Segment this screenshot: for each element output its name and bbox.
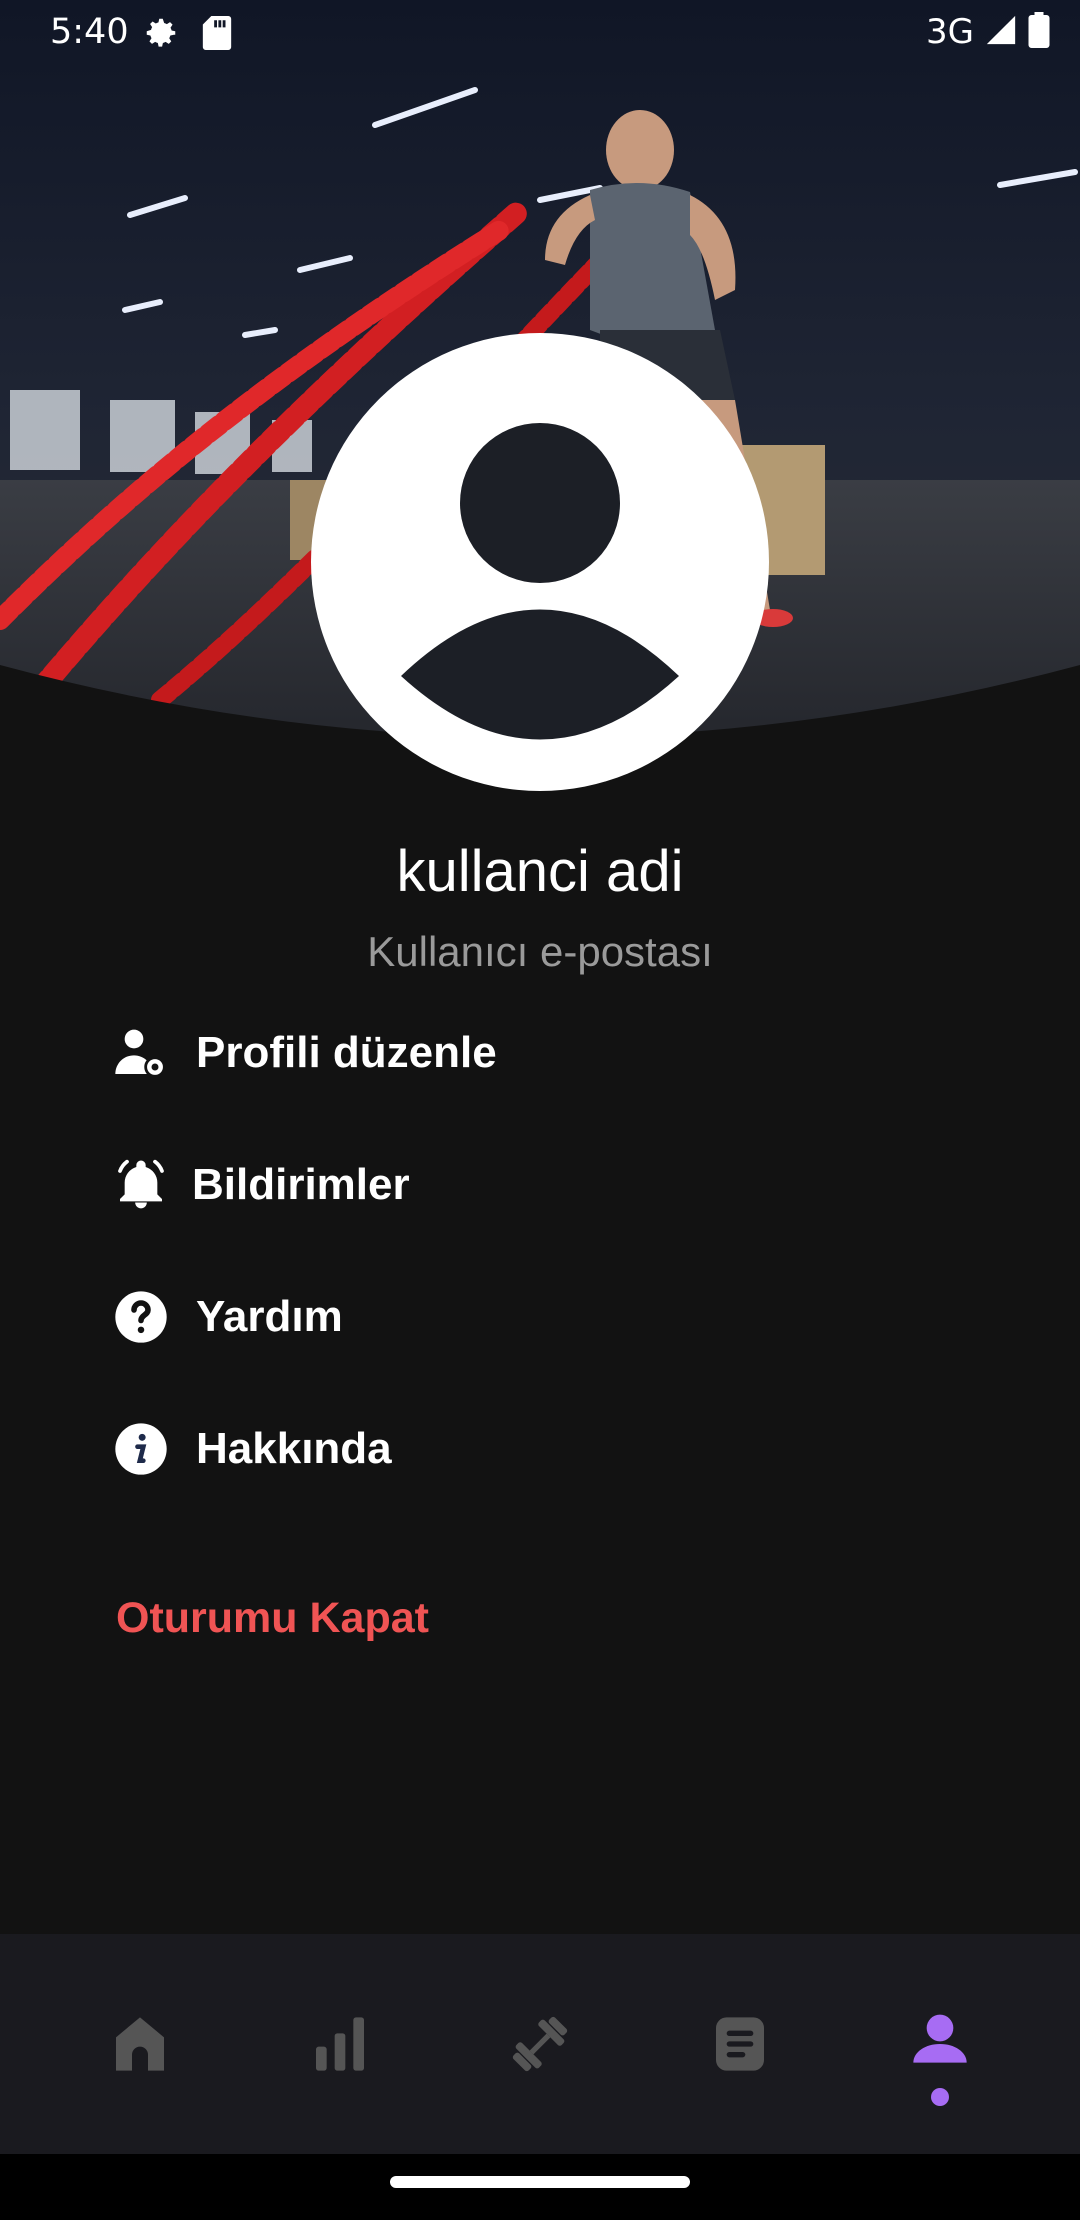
nav-workouts[interactable] bbox=[470, 1974, 610, 2114]
signal-icon bbox=[984, 13, 1018, 51]
active-indicator-dot bbox=[931, 2088, 949, 2106]
bar-chart-icon bbox=[316, 2017, 364, 2071]
settings-icon bbox=[142, 14, 180, 56]
home-gesture-handle[interactable] bbox=[390, 2176, 690, 2188]
dumbbell-icon bbox=[512, 2016, 568, 2072]
person-icon bbox=[401, 423, 679, 740]
user-settings-icon bbox=[112, 1024, 170, 1082]
menu-item-edit-profile[interactable]: Profili düzenle bbox=[112, 1013, 497, 1093]
profile-screen: 5:40 3G kullanci adi Kullanıcı e-postası… bbox=[0, 0, 1080, 2220]
document-icon bbox=[716, 2017, 764, 2071]
menu-item-notifications[interactable]: Bildirimler bbox=[112, 1145, 410, 1225]
bell-icon bbox=[112, 1156, 170, 1214]
bottom-navigation bbox=[0, 1934, 1080, 2154]
menu-item-help[interactable]: Yardım bbox=[112, 1277, 343, 1357]
nav-statistics[interactable] bbox=[270, 1974, 410, 2114]
nav-profile[interactable] bbox=[870, 1974, 1010, 2114]
menu-item-about[interactable]: Hakkında bbox=[112, 1409, 392, 1489]
logout-button[interactable]: Oturumu Kapat bbox=[116, 1594, 429, 1643]
menu-item-label: Profili düzenle bbox=[196, 1028, 497, 1077]
network-type: 3G bbox=[926, 12, 974, 52]
user-name: kullanci adi bbox=[396, 839, 684, 904]
status-bar: 5:40 3G bbox=[0, 0, 1080, 66]
profile-avatar[interactable] bbox=[311, 333, 769, 791]
status-time: 5:40 bbox=[50, 12, 129, 52]
sd-card-icon bbox=[202, 16, 232, 54]
menu-item-label: Yardım bbox=[196, 1292, 343, 1341]
nav-home[interactable] bbox=[70, 1974, 210, 2114]
user-email: Kullanıcı e-postası bbox=[367, 928, 713, 975]
help-circle-icon bbox=[112, 1288, 170, 1346]
menu-item-label: Hakkında bbox=[196, 1424, 392, 1473]
info-circle-icon bbox=[112, 1420, 170, 1478]
battery-icon bbox=[1028, 12, 1050, 52]
nav-programs[interactable] bbox=[670, 1974, 810, 2114]
menu-item-label: Bildirimler bbox=[192, 1160, 410, 1209]
home-icon bbox=[116, 2017, 164, 2071]
person-icon bbox=[913, 2014, 967, 2063]
